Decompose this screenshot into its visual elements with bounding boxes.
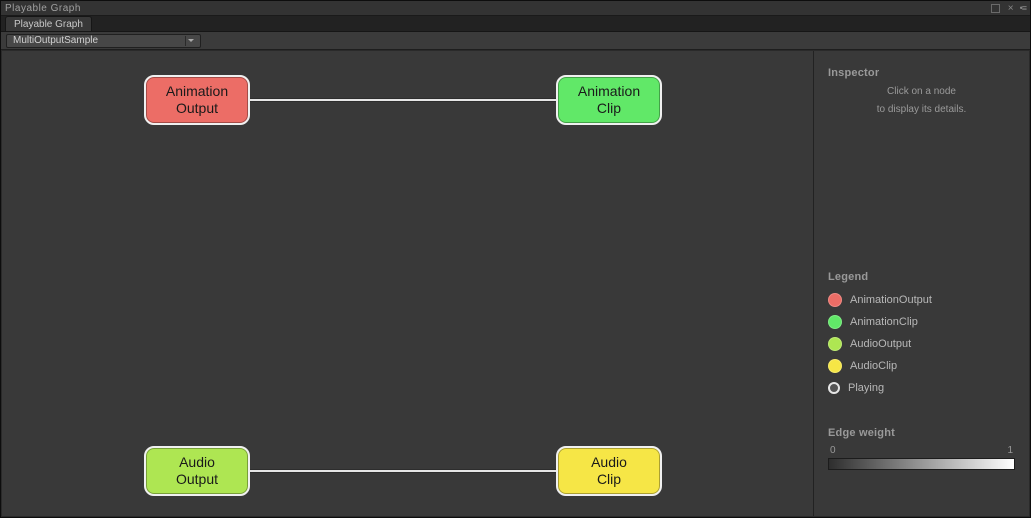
legend-swatch-icon [828,293,842,307]
legend-label: AudioClip [850,360,897,372]
legend-ring-icon [828,382,840,394]
side-panel: Inspector Click on a node to display its… [813,51,1029,516]
panel-menu-icon[interactable]: •≡ [1016,3,1026,13]
graph-selector-dropdown[interactable]: MultiOutputSample [6,34,201,48]
inspector-title: Inspector [828,67,1015,79]
legend-title: Legend [828,271,1015,283]
titlebar: Playable Graph × •≡ [1,1,1030,16]
edge-weight-title: Edge weight [828,427,1015,439]
edge-weight-range: 0 1 [828,445,1015,456]
inspector-hint-line: to display its details. [828,103,1015,117]
legend-item-animation-clip: AnimationClip [828,311,1015,333]
legend-item-audio-output: AudioOutput [828,333,1015,355]
legend-item-playing: Playing [828,377,1015,399]
legend-swatch-icon [828,337,842,351]
tabbar: Playable Graph [1,16,1030,32]
node-animation-output[interactable]: Animation Output [144,75,250,125]
toolbar: MultiOutputSample [1,32,1030,50]
tab-label: Playable Graph [14,19,83,30]
node-animation-clip[interactable]: Animation Clip [556,75,662,125]
node-audio-output[interactable]: Audio Output [144,446,250,496]
editor-window: Playable Graph × •≡ Playable Graph Multi… [0,0,1031,518]
legend-item-animation-output: AnimationOutput [828,289,1015,311]
spacer [828,121,1015,271]
inspector-hint-line: Click on a node [828,85,1015,99]
dropdown-value: MultiOutputSample [13,35,184,46]
dropdown-divider [185,36,186,46]
edge-weight-max: 1 [1007,445,1013,456]
edge-weight-section: Edge weight 0 1 [828,427,1015,470]
graph-edge [250,470,556,472]
legend-swatch-icon [828,315,842,329]
window-title: Playable Graph [5,3,991,14]
graph-edge [250,99,556,101]
chevron-down-icon [188,39,194,42]
legend-label: AudioOutput [850,338,911,350]
legend-label: Playing [848,382,884,394]
node-audio-clip[interactable]: Audio Clip [556,446,662,496]
legend-swatch-icon [828,359,842,373]
tab-playable-graph[interactable]: Playable Graph [5,16,92,31]
edge-weight-min: 0 [830,445,836,456]
legend-label: AnimationClip [850,316,918,328]
legend-item-audio-clip: AudioClip [828,355,1015,377]
legend-label: AnimationOutput [850,294,932,306]
content-area: Animation Output Animation Clip Audio Ou… [2,51,1029,516]
graph-canvas[interactable]: Animation Output Animation Clip Audio Ou… [2,51,813,516]
edge-weight-gradient [828,458,1015,470]
close-icon[interactable]: × [1006,3,1016,14]
docklock-icon[interactable] [991,4,1000,13]
